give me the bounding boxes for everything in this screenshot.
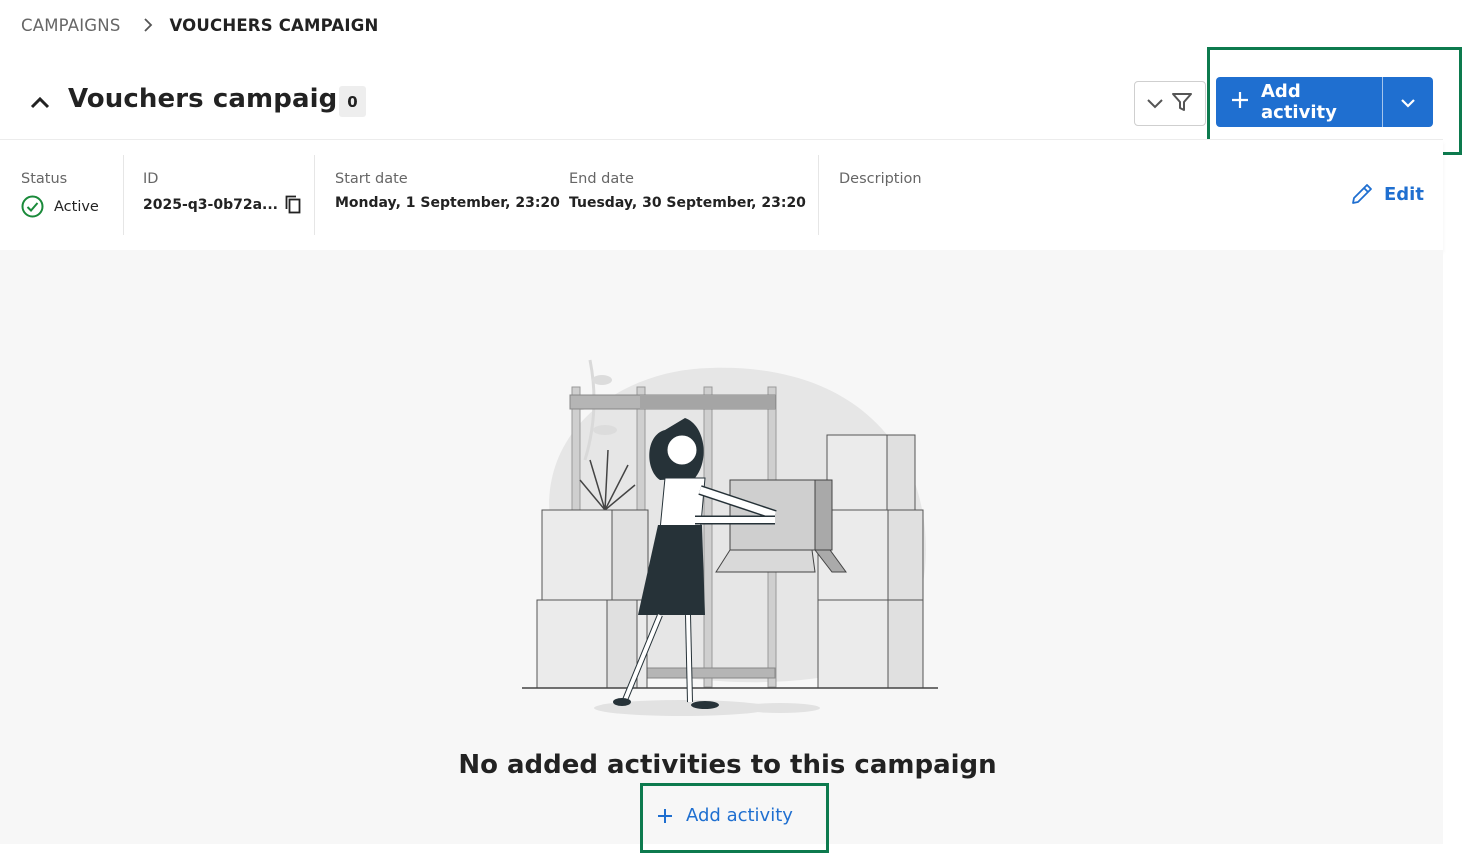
breadcrumb-current: VOUCHERS CAMPAIGN [169,15,379,35]
end-date-value: Tuesday, 30 September, 23:20 [569,195,806,211]
id-label: ID [143,171,159,187]
activity-count-badge: 0 [339,86,366,117]
divider [818,155,819,235]
highlight-box [640,783,829,853]
page-title: Vouchers campaign [68,84,356,114]
pencil-icon [1350,182,1374,206]
filter-icon [1171,91,1193,117]
id-value: 2025-q3-0b72a... [143,195,301,214]
copy-icon[interactable] [285,195,301,214]
start-date-field: Start date Monday, 1 September, 23:20 [335,155,560,235]
chevron-right-icon [143,18,153,32]
status-field: Status Active [21,155,121,235]
start-date-value: Monday, 1 September, 23:20 [335,195,560,211]
edit-button[interactable]: Edit [1350,182,1424,206]
empty-state-illustration [522,359,938,716]
start-date-label: Start date [335,171,408,187]
divider [314,155,315,235]
campaign-details: Status Active ID 2025-q3-0b72a... Start … [0,140,1443,250]
description-field: Description [839,155,1039,235]
chevron-up-icon[interactable] [30,92,50,112]
breadcrumb: CAMPAIGNS VOUCHERS CAMPAIGN [21,13,378,37]
end-date-field: End date Tuesday, 30 September, 23:20 [569,155,809,235]
chevron-down-icon [1147,94,1163,113]
description-label: Description [839,171,922,187]
filter-button[interactable] [1134,81,1206,126]
divider [123,155,124,235]
status-label: Status [21,171,68,187]
check-circle-icon [21,195,44,218]
status-value: Active [21,195,99,218]
id-text: 2025-q3-0b72a... [143,196,278,213]
edit-label: Edit [1384,183,1424,205]
end-date-label: End date [569,171,634,187]
empty-state-title: No added activities to this campaign [458,750,997,780]
id-field: ID 2025-q3-0b72a... [143,155,303,235]
empty-state: No added activities to this campaign Add… [0,250,1443,844]
status-text: Active [54,198,99,215]
breadcrumb-campaigns-link[interactable]: CAMPAIGNS [21,16,121,35]
